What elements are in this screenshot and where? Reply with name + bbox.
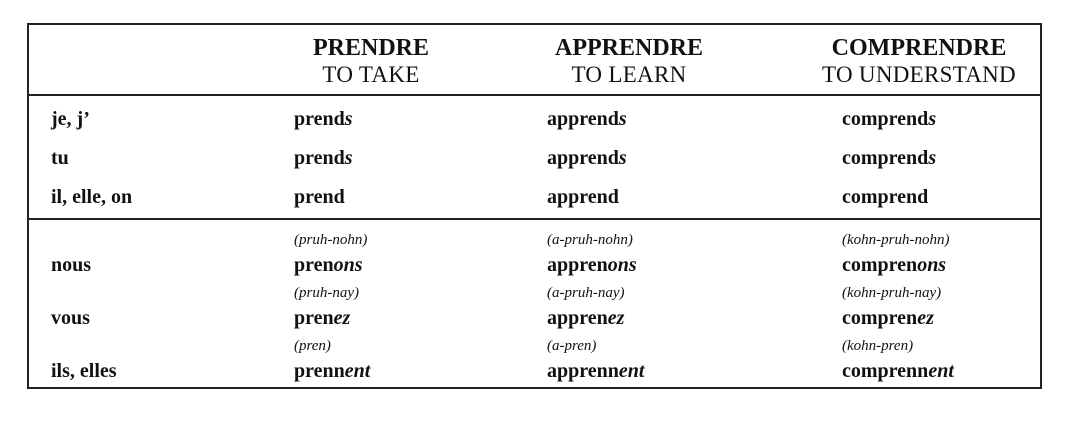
pronunciation-apprendre-vous: (a-pruh-nay) <box>547 285 625 301</box>
form-comprendre-je: comprends <box>842 108 937 130</box>
form-prendre-tu: prends <box>294 147 353 169</box>
header-verb: COMPRENDRE <box>831 35 1007 61</box>
form-prendre-il: prend <box>294 186 345 208</box>
header-verb: APPRENDRE <box>555 35 703 61</box>
subject-nous: nous <box>51 254 92 276</box>
pronunciation-prendre-nous: (pruh-nohn) <box>294 232 368 248</box>
header-translation: TO LEARN <box>571 61 687 87</box>
subject-il-elle-on: il, elle, on <box>51 186 133 208</box>
form-prendre-vous: prenez <box>294 307 351 329</box>
form-comprendre-vous: comprenez <box>842 307 934 329</box>
pronunciation-comprendre-vous: (kohn-pruh-nay) <box>842 285 942 301</box>
form-apprendre-il: apprend <box>547 186 619 208</box>
subject-tu: tu <box>51 147 69 169</box>
header-divider <box>29 94 1040 96</box>
form-apprendre-je: apprends <box>547 108 627 130</box>
header-verb: PRENDRE <box>312 35 429 61</box>
header-translation: TO TAKE <box>322 61 420 87</box>
subject-vous: vous <box>51 307 90 329</box>
form-apprendre-tu: apprends <box>547 147 627 169</box>
form-prendre-ils: prennent <box>294 360 371 382</box>
form-comprendre-tu: comprends <box>842 147 937 169</box>
pronunciation-comprendre-ils: (kohn-pren) <box>842 338 914 354</box>
form-apprendre-ils: apprennent <box>547 360 645 382</box>
pronunciation-comprendre-nous: (kohn-pruh-nohn) <box>842 232 950 248</box>
header-prendre: PRENDRE TO TAKE <box>241 35 501 88</box>
form-prendre-je: prends <box>294 108 353 130</box>
form-comprendre-nous: comprenons <box>842 254 947 276</box>
form-apprendre-vous: apprenez <box>547 307 625 329</box>
plural-divider <box>29 218 1040 220</box>
subject-ils-elles: ils, elles <box>51 360 117 382</box>
pronunciation-apprendre-ils: (a-pren) <box>547 338 597 354</box>
pronunciation-prendre-vous: (pruh-nay) <box>294 285 359 301</box>
header-comprendre: COMPRENDRE TO UNDERSTAND <box>789 35 1049 88</box>
pronunciation-apprendre-nous: (a-pruh-nohn) <box>547 232 633 248</box>
pronunciation-prendre-ils: (pren) <box>294 338 331 354</box>
form-prendre-nous: prenons <box>294 254 363 276</box>
form-comprendre-il: comprend <box>842 186 929 208</box>
form-comprendre-ils: comprennent <box>842 360 954 382</box>
conjugation-table: PRENDRE TO TAKE APPRENDRE TO LEARN COMPR… <box>27 23 1042 389</box>
subject-je: je, j’ <box>51 108 90 130</box>
form-apprendre-nous: apprenons <box>547 254 637 276</box>
header-translation: TO UNDERSTAND <box>822 61 1016 87</box>
header-apprendre: APPRENDRE TO LEARN <box>499 35 759 88</box>
